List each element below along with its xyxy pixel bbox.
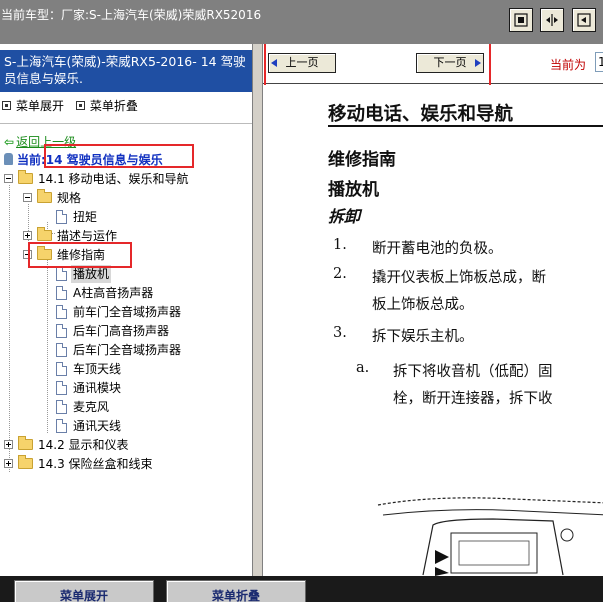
menu-expand-button[interactable]: 菜单展开 bbox=[14, 580, 154, 602]
tree-label: 14.3 保险丝盒和线束 bbox=[38, 457, 153, 471]
tree-label: 规格 bbox=[57, 191, 82, 205]
tree-label: 通讯模块 bbox=[73, 381, 122, 395]
document-icon bbox=[56, 343, 67, 357]
current-page-input[interactable]: 1 bbox=[595, 52, 603, 72]
tree-label: 维修指南 bbox=[57, 248, 106, 262]
next-page-label: 下一页 bbox=[433, 56, 467, 69]
dashboard-illustration bbox=[377, 497, 603, 576]
menu-collapse-button[interactable]: 菜单折叠 bbox=[166, 580, 306, 602]
doc-subsection-heading: 播放机 bbox=[328, 180, 379, 200]
tree-connector bbox=[47, 260, 48, 433]
left-panel: S-上海汽车(荣威)-荣威RX5-2016- 14 驾驶员信息与娱乐. 菜单展开… bbox=[0, 44, 252, 576]
current-page-label: 当前为 bbox=[550, 58, 587, 72]
vehicle-title: 当前车型：厂家:S-上海汽车(荣威)荣威RX52016 bbox=[1, 8, 262, 22]
split-view-button[interactable] bbox=[540, 8, 564, 32]
tree-leaf-microphone[interactable]: 麦克风 bbox=[56, 398, 236, 416]
step-text: 断开蓄电池的负极。 bbox=[372, 241, 503, 257]
tree-leaf-telematics-module[interactable]: 通讯模块 bbox=[56, 379, 236, 397]
tree-node-14-1[interactable]: 14.1 移动电话、娱乐和导航 bbox=[4, 170, 244, 188]
tree-view: 14.1 移动电话、娱乐和导航 规格 扭矩 描述与运作 维修指南 播放机 A柱高… bbox=[0, 44, 252, 576]
step-text: 拆下娱乐主机。 bbox=[372, 329, 474, 345]
content-panel: 上一页 下一页 当前为 1 移动电话、娱乐和导航 维修指南 播放机 拆卸 1. … bbox=[263, 44, 603, 576]
prev-page-label: 上一页 bbox=[285, 56, 319, 69]
folder-icon bbox=[37, 227, 52, 241]
collapse-toggle-icon[interactable] bbox=[23, 193, 32, 202]
document-icon bbox=[56, 267, 67, 281]
tree-leaf-player[interactable]: 播放机 bbox=[56, 265, 236, 283]
tree-label-selected: 播放机 bbox=[71, 265, 112, 283]
tree-leaf-roof-antenna[interactable]: 车顶天线 bbox=[56, 360, 236, 378]
tree-node-14-2[interactable]: 14.2 显示和仪表 bbox=[4, 436, 244, 454]
expand-toggle-icon[interactable] bbox=[4, 459, 13, 468]
document-icon bbox=[56, 381, 67, 395]
tree-leaf-rear-door-speaker[interactable]: 后车门全音域扬声器 bbox=[56, 341, 236, 359]
top-bar: 当前车型：厂家:S-上海汽车(荣威)荣威RX52016 bbox=[0, 0, 603, 44]
step-number: 1. bbox=[333, 237, 347, 253]
tree-node-spec[interactable]: 规格 bbox=[23, 189, 223, 207]
document-icon bbox=[56, 305, 67, 319]
left-triangle-icon bbox=[271, 59, 277, 67]
tree-node-description[interactable]: 描述与运作 bbox=[23, 227, 223, 245]
document-view: 移动电话、娱乐和导航 维修指南 播放机 拆卸 1. 断开蓄电池的负极。 2. 撬… bbox=[263, 85, 603, 576]
step-number: 2. bbox=[333, 266, 347, 282]
doc-procedure-heading: 拆卸 bbox=[328, 207, 361, 226]
tile-view-button[interactable] bbox=[509, 8, 533, 32]
tree-leaf-rear-door-tweeter[interactable]: 后车门高音扬声器 bbox=[56, 322, 236, 340]
tree-label: 车顶天线 bbox=[73, 362, 122, 376]
tree-leaf-a-pillar-tweeter[interactable]: A柱高音扬声器 bbox=[56, 284, 236, 302]
fit-view-button[interactable] bbox=[572, 8, 596, 32]
right-triangle-icon bbox=[475, 59, 481, 67]
fit-view-icon bbox=[577, 13, 591, 27]
folder-icon bbox=[18, 170, 33, 184]
tree-label: 麦克风 bbox=[73, 400, 110, 414]
folder-icon bbox=[37, 246, 52, 260]
document-icon bbox=[56, 419, 67, 433]
folder-icon bbox=[18, 436, 33, 450]
document-icon bbox=[56, 286, 67, 300]
tree-label: 14.2 显示和仪表 bbox=[38, 438, 129, 452]
tree-leaf-torque[interactable]: 扭矩 bbox=[56, 208, 216, 226]
doc-section-heading: 维修指南 bbox=[328, 150, 396, 170]
expand-toggle-icon[interactable] bbox=[4, 440, 13, 449]
page-toolbar: 上一页 下一页 当前为 1 bbox=[263, 44, 603, 84]
next-page-button[interactable]: 下一页 bbox=[416, 53, 484, 73]
tree-leaf-telematics-antenna[interactable]: 通讯天线 bbox=[56, 417, 236, 435]
step-text: 撬开仪表板上饰板总成，断 bbox=[372, 270, 546, 286]
tree-connector bbox=[9, 185, 10, 472]
tree-label: A柱高音扬声器 bbox=[73, 286, 154, 300]
folder-icon bbox=[18, 455, 33, 469]
tree-node-repair-guide[interactable]: 维修指南 bbox=[23, 246, 223, 264]
tree-label: 后车门高音扬声器 bbox=[73, 324, 170, 338]
tree-label: 描述与运作 bbox=[57, 229, 118, 243]
substep-text: 拆下将收音机（低配）固 bbox=[393, 364, 553, 380]
tree-label: 14.1 移动电话、娱乐和导航 bbox=[38, 172, 189, 186]
split-view-icon bbox=[546, 14, 558, 26]
title-rule bbox=[328, 125, 603, 127]
tree-label: 后车门全音域扬声器 bbox=[73, 343, 182, 357]
tree-label: 通讯天线 bbox=[73, 419, 122, 433]
folder-icon bbox=[37, 189, 52, 203]
expand-toggle-icon[interactable] bbox=[23, 231, 32, 240]
tree-label: 扭矩 bbox=[73, 210, 98, 224]
doc-title: 移动电话、娱乐和导航 bbox=[328, 104, 514, 125]
bottom-bar: 菜单展开 菜单折叠 bbox=[0, 576, 603, 602]
substep-letter: a. bbox=[356, 360, 370, 376]
document-icon bbox=[56, 210, 67, 224]
panel-splitter[interactable] bbox=[252, 44, 263, 576]
tree-leaf-front-door-speaker[interactable]: 前车门全音域扬声器 bbox=[56, 303, 236, 321]
document-icon bbox=[56, 324, 67, 338]
tree-node-14-3[interactable]: 14.3 保险丝盒和线束 bbox=[4, 455, 244, 473]
document-icon bbox=[56, 362, 67, 376]
step-text: 板上饰板总成。 bbox=[372, 297, 474, 313]
substep-text: 栓，断开连接器，拆下收 bbox=[393, 391, 553, 407]
tile-view-icon bbox=[514, 13, 528, 27]
tree-label: 前车门全音域扬声器 bbox=[73, 305, 182, 319]
document-icon bbox=[56, 400, 67, 414]
step-number: 3. bbox=[333, 325, 347, 341]
prev-page-button[interactable]: 上一页 bbox=[268, 53, 336, 73]
collapse-toggle-icon[interactable] bbox=[4, 174, 13, 183]
collapse-toggle-icon[interactable] bbox=[23, 250, 32, 259]
